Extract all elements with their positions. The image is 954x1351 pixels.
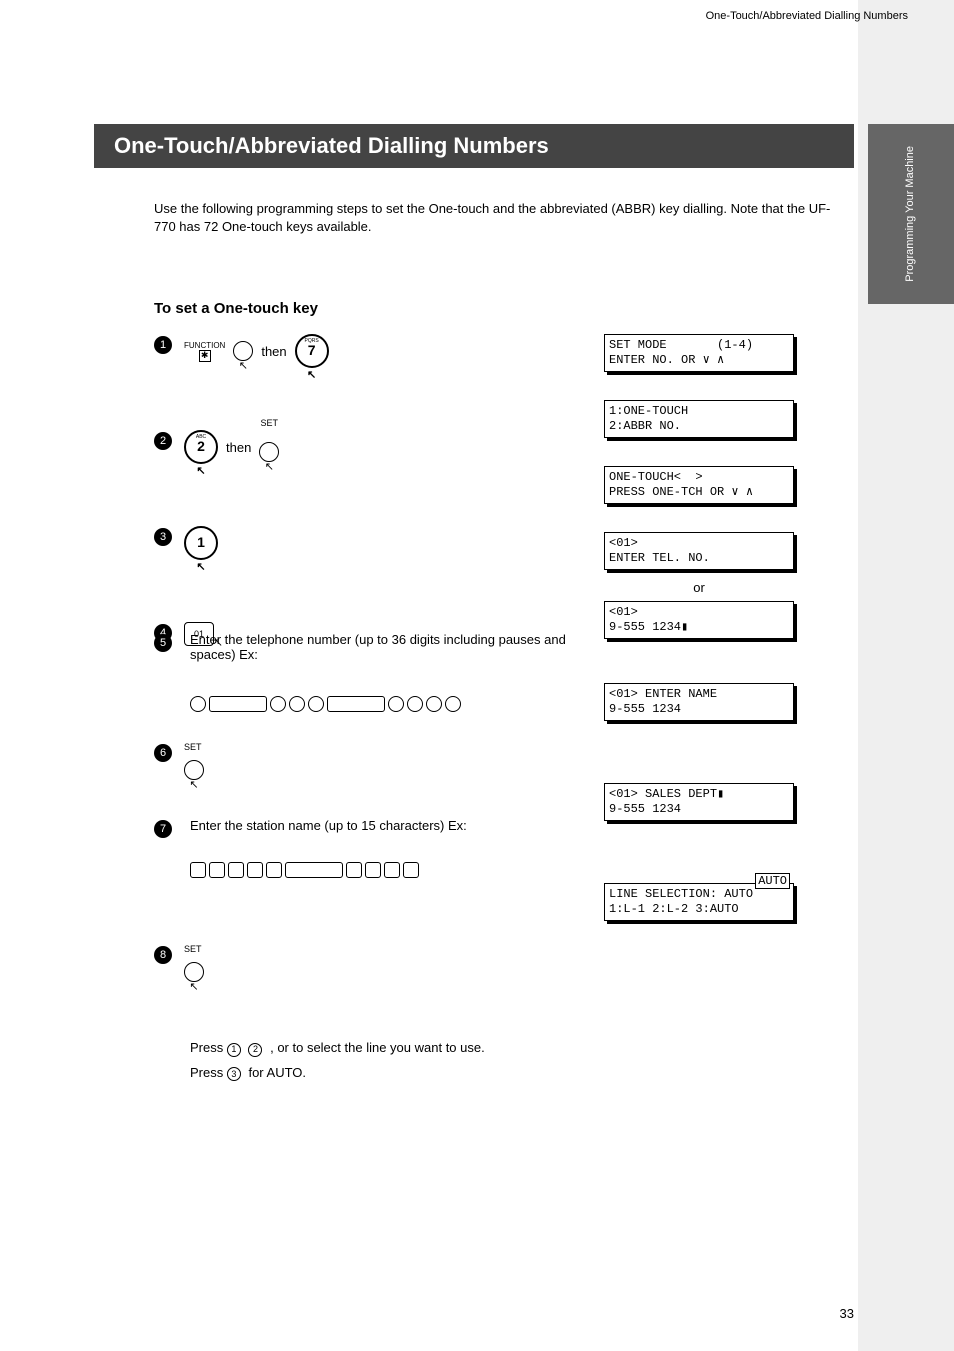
key-7[interactable]: PQRS 7 ↖ <box>295 334 329 368</box>
set-button[interactable]: ↖ <box>184 760 204 780</box>
step7-text: Enter the station name (up to 15 charact… <box>190 818 590 833</box>
text-then: then <box>261 344 286 359</box>
step-number-7: 7 <box>154 820 172 838</box>
chapter-tab: Programming Your Machine <box>868 124 954 304</box>
dial-key[interactable] <box>289 696 305 712</box>
step5-text: Enter the telephone number (up to 36 dig… <box>190 632 590 662</box>
dial-key[interactable] <box>445 696 461 712</box>
key-3-small[interactable]: 3 <box>227 1067 241 1081</box>
char-key-wide[interactable] <box>285 862 343 878</box>
key-2[interactable]: ABC 2 ↖ <box>184 430 218 464</box>
lcd-display-2: 1:ONE-TOUCH 2:ABBR NO. <box>604 400 794 438</box>
char-key[interactable] <box>346 862 362 878</box>
section-title-bar: One-Touch/Abbreviated Dialling Numbers <box>94 124 854 168</box>
function-button[interactable]: ↖ <box>233 341 253 361</box>
char-key[interactable] <box>365 862 381 878</box>
set-button[interactable]: ↖ <box>184 962 204 982</box>
key-1-small[interactable]: 1 <box>227 1043 241 1057</box>
key-2-small[interactable]: 2 <box>248 1043 262 1057</box>
char-key[interactable] <box>384 862 400 878</box>
dial-key[interactable] <box>407 696 423 712</box>
set-label: SET <box>184 944 202 954</box>
step-number-2: 2 <box>154 432 172 450</box>
dial-key[interactable] <box>388 696 404 712</box>
subheading: To set a One-touch key <box>154 300 318 317</box>
lcd-display-4: <01> ENTER TEL. NO. <box>604 532 794 570</box>
text-then: then <box>226 440 251 455</box>
lcd-display-6: <01> ENTER NAME 9-555 1234 <box>604 683 794 721</box>
lcd-display-1: SET MODE (1-4) ENTER NO. OR ∨ ∧ <box>604 334 794 372</box>
lcd-display-4b: <01> 9-555 1234▮ <box>604 601 794 639</box>
dial-key[interactable] <box>308 696 324 712</box>
dial-key[interactable] <box>270 696 286 712</box>
char-key[interactable] <box>209 862 225 878</box>
step-number-1: 1 <box>154 336 172 354</box>
section-title: One-Touch/Abbreviated Dialling Numbers <box>114 133 549 159</box>
intro-paragraph: Use the following programming steps to s… <box>154 200 834 236</box>
page-number: 33 <box>840 1306 854 1321</box>
char-key[interactable] <box>403 862 419 878</box>
step-number-8: 8 <box>154 946 172 964</box>
char-key[interactable] <box>247 862 263 878</box>
step-number-6: 6 <box>154 744 172 762</box>
chapter-tab-text: Programming Your Machine <box>904 146 917 282</box>
dial-key[interactable] <box>190 696 206 712</box>
key-1[interactable]: 1 ↖ <box>184 526 218 560</box>
page-header-right: One-Touch/Abbreviated Dialling Numbers <box>706 10 908 22</box>
dial-key-wide[interactable] <box>327 696 385 712</box>
step-number-3: 3 <box>154 528 172 546</box>
set-button[interactable]: ↖ <box>259 442 279 462</box>
dial-key-wide[interactable] <box>209 696 267 712</box>
step5-keyrow <box>190 696 461 712</box>
char-key[interactable] <box>266 862 282 878</box>
line-selection-highlight: AUTO <box>755 873 790 889</box>
set-label: SET <box>184 742 202 752</box>
dial-key[interactable] <box>426 696 442 712</box>
function-label: FUNCTION <box>184 341 225 350</box>
char-key[interactable] <box>190 862 206 878</box>
step-number-5: 5 <box>154 634 172 652</box>
char-key[interactable] <box>228 862 244 878</box>
lcd-display-7: <01> SALES DEPT▮ 9-555 1234 <box>604 783 794 821</box>
line-selection-choices: Press 1 2 , or to select the line you wa… <box>190 1036 830 1085</box>
step7-keyrow <box>190 862 419 878</box>
star-icon: ✱ <box>199 350 211 362</box>
lcd-display-3: ONE-TOUCH< > PRESS ONE-TCH OR ∨ ∧ <box>604 466 794 504</box>
lcd-or-text: or <box>604 580 794 595</box>
set-label: SET <box>261 418 279 428</box>
